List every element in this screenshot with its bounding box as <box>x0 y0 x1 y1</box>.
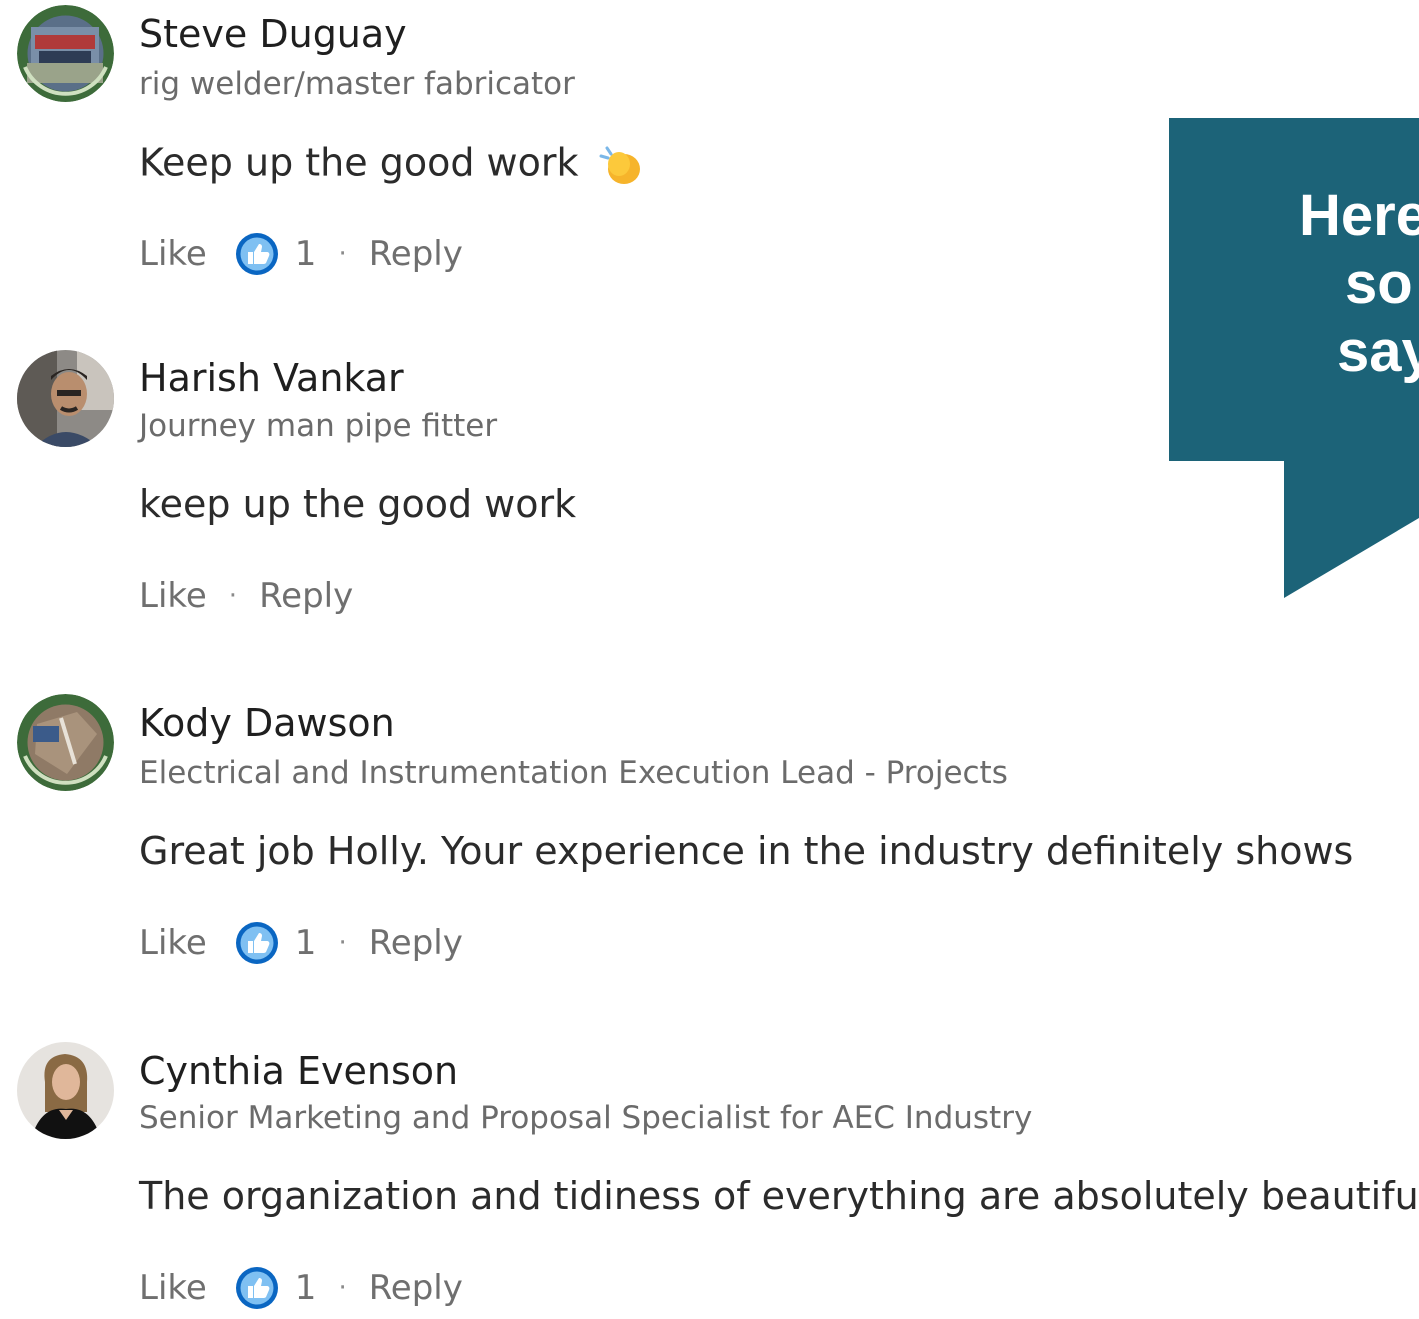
avatar[interactable] <box>17 1042 114 1139</box>
commenter-headline: Electrical and Instrumentation Execution… <box>139 755 1008 791</box>
avatar[interactable] <box>17 694 114 791</box>
comment-text: keep up the good work <box>139 482 577 526</box>
clapping-hands-icon <box>597 140 647 190</box>
callout-text: Here so say <box>1269 182 1419 386</box>
like-button[interactable]: Like <box>139 923 207 963</box>
separator-dot: · <box>338 239 347 269</box>
comment-text: The organization and tidiness of everyth… <box>139 1174 1419 1218</box>
reply-button[interactable]: Reply <box>259 576 353 616</box>
callout-line: Here <box>1299 183 1419 248</box>
like-button[interactable]: Like <box>139 576 207 616</box>
comment-actions: Like 1 · Reply <box>139 1266 463 1310</box>
thumbs-up-icon <box>235 232 279 276</box>
thumbs-up-icon <box>235 1266 279 1310</box>
like-button[interactable]: Like <box>139 234 207 274</box>
reaction-summary[interactable]: 1 <box>235 232 317 276</box>
reaction-count: 1 <box>294 923 317 963</box>
reaction-count: 1 <box>294 1268 317 1308</box>
commenter-headline: Senior Marketing and Proposal Specialist… <box>139 1100 1033 1136</box>
commenter-name[interactable]: Steve Duguay <box>139 13 407 55</box>
commenter-headline: rig welder/master fabricator <box>139 66 575 102</box>
comment-text: Great job Holly. Your experience in the … <box>139 829 1354 873</box>
comment-actions: Like 1 · Reply <box>139 921 463 965</box>
avatar[interactable] <box>17 5 114 102</box>
reaction-summary[interactable]: 1 <box>235 1266 317 1310</box>
comment-actions: Like · Reply <box>139 574 353 618</box>
commenter-name[interactable]: Cynthia Evenson <box>139 1050 458 1092</box>
avatar[interactable] <box>17 350 114 447</box>
callout-line: so <box>1345 251 1413 316</box>
commenter-headline: Journey man pipe fitter <box>139 408 498 444</box>
thumbs-up-icon <box>235 921 279 965</box>
reply-button[interactable]: Reply <box>369 923 463 963</box>
separator-dot: · <box>228 581 238 611</box>
commenter-name[interactable]: Kody Dawson <box>139 702 395 744</box>
reply-button[interactable]: Reply <box>369 1268 463 1308</box>
comment-actions: Like 1 · Reply <box>139 232 463 276</box>
callout-line: say <box>1337 319 1419 384</box>
commenter-name[interactable]: Harish Vankar <box>139 357 404 399</box>
separator-dot: · <box>338 928 347 958</box>
reaction-count: 1 <box>294 234 317 274</box>
separator-dot: · <box>338 1273 347 1303</box>
speech-bubble-callout: Here so say <box>1169 118 1419 598</box>
reaction-summary[interactable]: 1 <box>235 921 317 965</box>
like-button[interactable]: Like <box>139 1268 207 1308</box>
comment-text-content: Keep up the good work <box>139 140 579 185</box>
reply-button[interactable]: Reply <box>369 234 463 274</box>
comment-text: Keep up the good work <box>139 140 647 190</box>
